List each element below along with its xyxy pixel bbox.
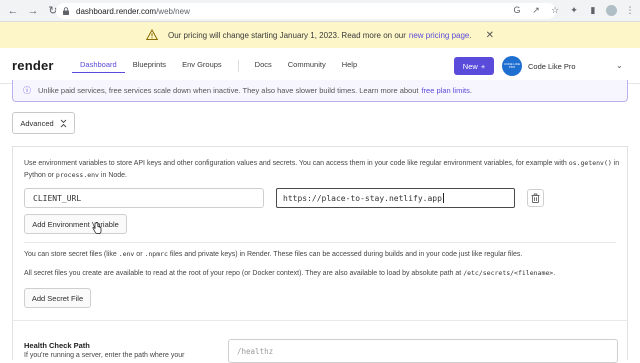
menu-kebab-icon[interactable]: ⋮	[624, 4, 636, 16]
add-environment-variable-button[interactable]: Add Environment Variable	[24, 214, 127, 234]
profile-avatar[interactable]	[606, 4, 617, 16]
bookmark-star-icon[interactable]: ☆	[549, 4, 561, 16]
forward-icon[interactable]: →	[26, 4, 40, 18]
new-button[interactable]: New +	[454, 57, 494, 75]
browser-toolbar: ← → ↻ dashboard.render.com/web/new G ↗ ☆…	[0, 0, 640, 22]
banner-suffix: .	[469, 30, 472, 40]
text-caret	[442, 193, 444, 203]
render-logo[interactable]: render	[12, 58, 54, 73]
nav-divider	[237, 60, 239, 72]
chevron-down-icon[interactable]: ⌄	[616, 61, 623, 70]
add-secret-file-button[interactable]: Add Secret File	[24, 288, 91, 308]
google-icon[interactable]: G	[511, 4, 523, 16]
sidebar-icon[interactable]: ▮	[587, 4, 599, 16]
nav-help[interactable]: Help	[334, 60, 365, 73]
share-icon[interactable]: ↗	[530, 4, 542, 16]
env-intro-text-3: in Node.	[100, 171, 127, 179]
env-value-text: https://place-to-stay.netlify.app	[283, 193, 442, 203]
plus-icon: +	[480, 61, 486, 71]
secret-text-3: files and private keys) in Render. These…	[169, 251, 523, 258]
nav-docs[interactable]: Docs	[247, 60, 280, 73]
free-plan-notice: ⓘ Unlike paid services, free services sc…	[12, 80, 628, 102]
back-icon[interactable]: ←	[6, 4, 20, 18]
warning-icon	[145, 29, 158, 40]
close-icon[interactable]: ✕	[486, 30, 494, 41]
pricing-banner: Our pricing will change starting January…	[0, 22, 640, 48]
notice-text: Unlike paid services, free services scal…	[38, 86, 419, 95]
workspace-name[interactable]: Code Like Pro	[528, 62, 576, 71]
hand-cursor-icon	[92, 222, 102, 234]
secret-text-2: or	[136, 251, 143, 258]
health-check-title: Health Check Path	[24, 341, 90, 350]
env-value-input[interactable]: https://place-to-stay.netlify.app	[276, 188, 515, 208]
url-path: /web/new	[156, 6, 190, 16]
nav-env-groups[interactable]: Env Groups	[174, 60, 230, 73]
section-divider	[24, 242, 616, 243]
nav-community[interactable]: Community	[280, 60, 334, 73]
env-intro: Use environment variables to store API k…	[24, 158, 624, 182]
trash-icon	[531, 193, 540, 203]
code-env: .env	[118, 250, 135, 258]
workspace-avatar[interactable]: CODE LIKE PRO	[502, 56, 522, 76]
delete-env-button[interactable]	[527, 189, 544, 207]
secret-text-1: You can store secret files (like	[24, 251, 117, 258]
collapse-icon	[60, 119, 66, 127]
secret-files-intro: You can store secret files (like .env or…	[24, 250, 624, 261]
top-nav: Dashboard Blueprints Env Groups Docs Com…	[72, 60, 365, 73]
url-host: dashboard.render.com	[76, 6, 157, 16]
code-process-env: process.env	[55, 170, 99, 179]
section-divider-2	[12, 320, 628, 321]
advanced-toggle-button[interactable]: Advanced	[12, 112, 75, 134]
address-bar[interactable]: dashboard.render.com/web/new	[56, 3, 556, 19]
env-key-value: CLIENT_URL	[33, 193, 82, 203]
info-icon: ⓘ	[23, 86, 31, 95]
lock-icon	[63, 7, 69, 15]
code-npmrc: .npmrc	[144, 250, 168, 258]
nav-dashboard[interactable]: Dashboard	[72, 60, 125, 73]
env-intro-text: Use environment variables to store API k…	[24, 160, 567, 167]
secret-path-text: All secret files you create are availabl…	[24, 270, 462, 277]
pricing-page-link[interactable]: new pricing page	[409, 31, 469, 40]
free-plan-limits-link[interactable]: free plan limits	[421, 86, 469, 95]
code-secrets-path: /etc/secrets/<filename>	[463, 269, 554, 277]
extensions-icon[interactable]: ✦	[568, 4, 580, 16]
banner-text: Our pricing will change starting January…	[167, 30, 406, 40]
notice-suffix: .	[469, 86, 472, 95]
secret-files-path-info: All secret files you create are availabl…	[24, 269, 624, 280]
advanced-label: Advanced	[20, 118, 54, 128]
secret-path-suffix: .	[553, 270, 556, 277]
new-button-label: New	[462, 61, 478, 71]
health-check-path-input[interactable]: /healthz	[228, 339, 618, 363]
code-os-getenv: os.getenv()	[568, 159, 612, 167]
nav-blueprints[interactable]: Blueprints	[125, 60, 174, 73]
env-key-input[interactable]: CLIENT_URL	[24, 188, 264, 208]
health-check-description: If you're running a server, enter the pa…	[24, 352, 185, 359]
health-check-placeholder: /healthz	[237, 347, 274, 356]
